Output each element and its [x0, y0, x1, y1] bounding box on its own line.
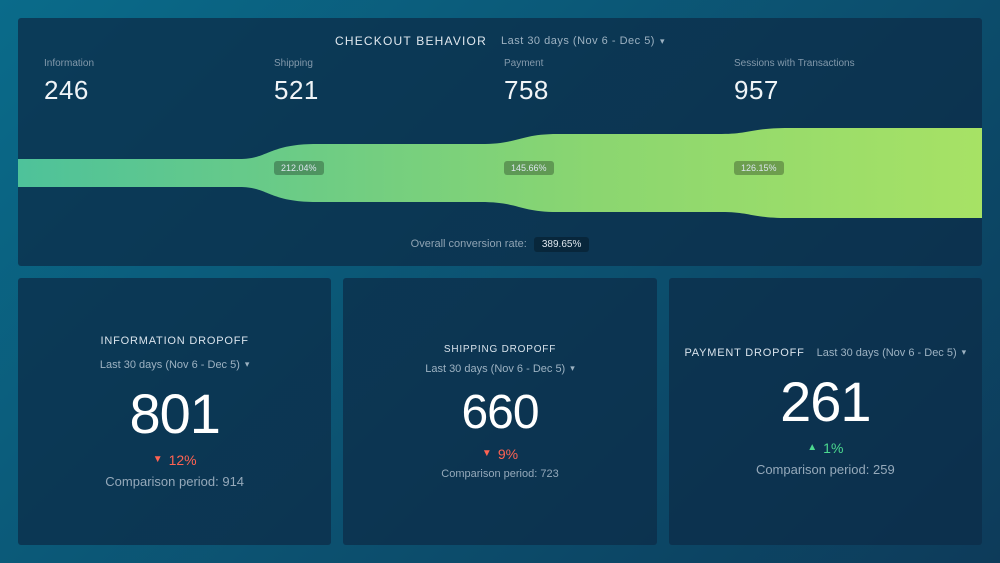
change-indicator: ▲ 1%	[807, 440, 843, 456]
funnel-svg	[18, 118, 982, 228]
period-label: Last 30 days (Nov 6 - Dec 5)	[100, 359, 240, 371]
change-pct: 12%	[169, 452, 197, 468]
overall-conversion: Overall conversion rate: 389.65%	[40, 237, 960, 252]
change-pct: 9%	[498, 446, 518, 462]
stage-shipping: Shipping 521	[270, 58, 500, 106]
stage-value: 521	[274, 75, 319, 105]
card-header: INFORMATION DROPOFF Last 30 days (Nov 6 …	[32, 335, 317, 371]
card-header: PAYMENT DROPOFF Last 30 days (Nov 6 - De…	[684, 347, 966, 359]
funnel-chart: Information 246 Shipping 521 Payment 758…	[40, 58, 960, 237]
card-title: PAYMENT DROPOFF	[684, 347, 804, 359]
information-dropoff-card: INFORMATION DROPOFF Last 30 days (Nov 6 …	[18, 278, 331, 545]
period-selector[interactable]: Last 30 days (Nov 6 - Dec 5) ▾	[100, 359, 250, 371]
chevron-down-icon: ▾	[962, 347, 967, 358]
stage-transactions: Sessions with Transactions 957	[730, 58, 960, 106]
chevron-down-icon: ▾	[570, 363, 575, 374]
card-header: SHIPPING DROPOFF Last 30 days (Nov 6 - D…	[425, 344, 575, 375]
change-pct: 1%	[823, 440, 843, 456]
stage-label: Information	[44, 58, 270, 69]
stage-payment: Payment 758	[500, 58, 730, 106]
comparison-text: Comparison period: 259	[756, 462, 895, 477]
arrow-up-icon: ▲	[807, 442, 817, 453]
dropoff-cards-row: INFORMATION DROPOFF Last 30 days (Nov 6 …	[18, 278, 982, 545]
stage-label: Shipping	[274, 58, 500, 69]
chevron-down-icon: ▾	[245, 359, 250, 370]
change-indicator: ▼ 9%	[482, 446, 518, 462]
funnel-area	[18, 118, 982, 228]
metric-value: 801	[129, 381, 219, 446]
stage-value: 246	[44, 75, 89, 105]
card-title: SHIPPING DROPOFF	[444, 344, 556, 355]
stage-value: 758	[504, 75, 549, 105]
comparison-text: Comparison period: 914	[105, 474, 244, 489]
change-indicator: ▼ 12%	[153, 452, 197, 468]
chevron-down-icon: ▾	[660, 36, 665, 47]
metric-value: 660	[461, 385, 538, 440]
overall-value: 389.65%	[534, 237, 589, 252]
period-label: Last 30 days (Nov 6 - Dec 5)	[425, 363, 565, 375]
stage-value: 957	[734, 75, 779, 105]
shipping-dropoff-card: SHIPPING DROPOFF Last 30 days (Nov 6 - D…	[343, 278, 656, 545]
payment-dropoff-card: PAYMENT DROPOFF Last 30 days (Nov 6 - De…	[669, 278, 982, 545]
comparison-text: Comparison period: 723	[441, 468, 558, 480]
stage-label: Sessions with Transactions	[734, 58, 960, 69]
stage-label: Payment	[504, 58, 730, 69]
panel-header: CHECKOUT BEHAVIOR Last 30 days (Nov 6 - …	[40, 34, 960, 48]
arrow-down-icon: ▼	[153, 454, 163, 465]
period-selector[interactable]: Last 30 days (Nov 6 - Dec 5) ▾	[817, 347, 967, 359]
metric-value: 261	[780, 369, 870, 434]
period-selector[interactable]: Last 30 days (Nov 6 - Dec 5) ▾	[425, 363, 575, 375]
arrow-down-icon: ▼	[482, 448, 492, 459]
card-title: INFORMATION DROPOFF	[101, 335, 249, 347]
dashboard: CHECKOUT BEHAVIOR Last 30 days (Nov 6 - …	[0, 0, 1000, 563]
panel-title: CHECKOUT BEHAVIOR	[335, 34, 487, 48]
period-label: Last 30 days (Nov 6 - Dec 5)	[501, 35, 655, 47]
period-selector[interactable]: Last 30 days (Nov 6 - Dec 5) ▾	[501, 35, 665, 47]
overall-label: Overall conversion rate:	[411, 238, 527, 250]
stage-headers: Information 246 Shipping 521 Payment 758…	[40, 58, 960, 106]
stage-information: Information 246	[40, 58, 270, 106]
period-label: Last 30 days (Nov 6 - Dec 5)	[817, 347, 957, 359]
checkout-behavior-panel: CHECKOUT BEHAVIOR Last 30 days (Nov 6 - …	[18, 18, 982, 266]
